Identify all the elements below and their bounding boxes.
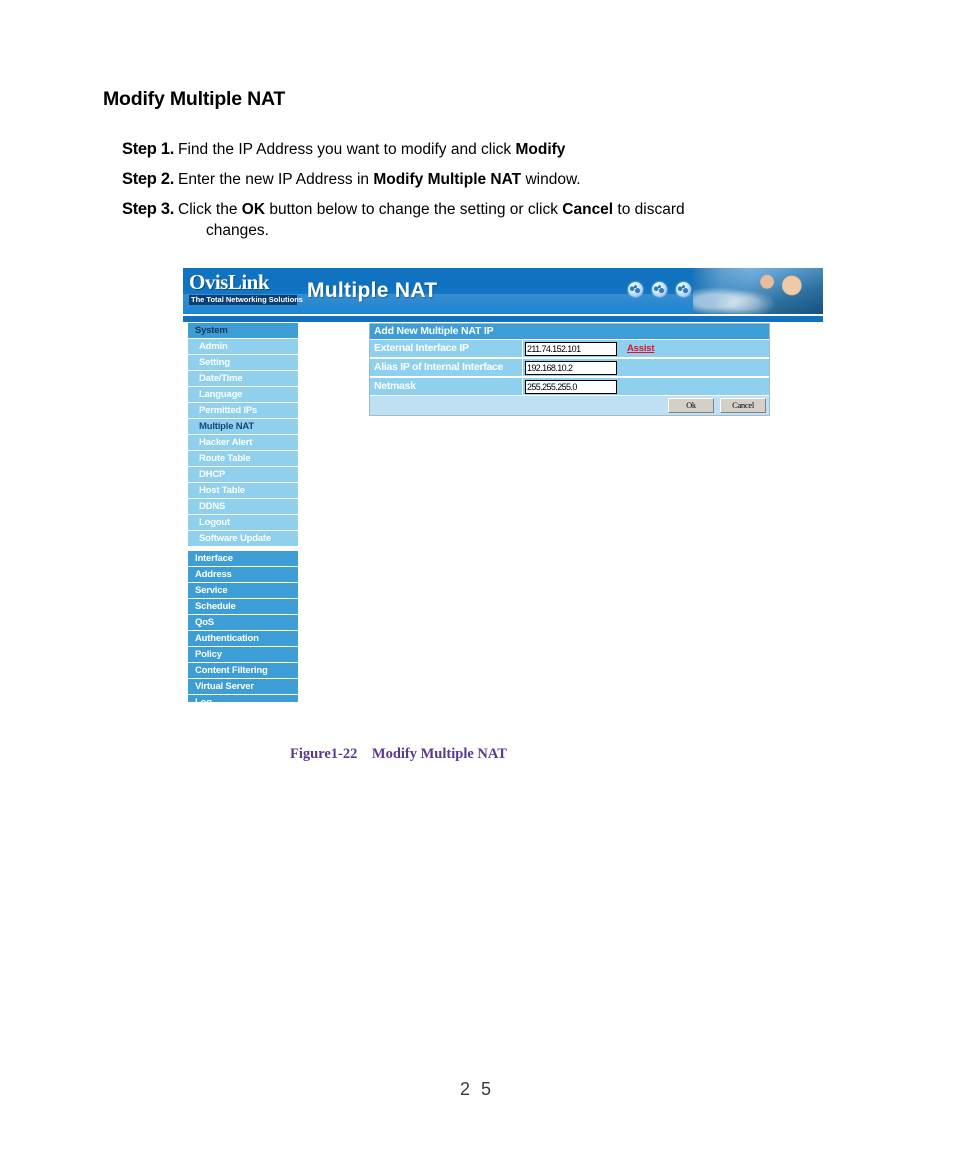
sidebar-item-authentication[interactable]: Authentication	[188, 631, 298, 647]
sidebar-section-system[interactable]: System	[188, 323, 298, 339]
sidebar-item-route-table[interactable]: Route Table	[188, 451, 298, 467]
add-nat-panel: Add New Multiple NAT IP External Interfa…	[369, 323, 770, 416]
step-label: Step 1.	[122, 140, 175, 158]
form-row: Netmask 255.255.255.0	[370, 377, 769, 396]
sidebar-item-virtual-server[interactable]: Virtual Server	[188, 679, 298, 695]
step-item: Step 1. Find the IP Address you want to m…	[122, 139, 862, 160]
assist-link[interactable]: Assist	[627, 343, 655, 354]
sidebar-item-language[interactable]: Language	[188, 387, 298, 403]
sidebar-item-admin[interactable]: Admin	[188, 339, 298, 355]
banner-title: Multiple NAT	[307, 279, 438, 302]
ok-button[interactable]: Ok	[668, 398, 714, 413]
step-item: Step 2. Enter the new IP Address in Modif…	[122, 169, 862, 190]
router-body: System Admin Setting Date/Time Language Permi…	[183, 323, 823, 736]
sidebar-item-setting[interactable]: Setting	[188, 355, 298, 371]
banner-photo	[693, 268, 823, 314]
steps-list: Step 1. Find the IP Address you want to m…	[122, 139, 862, 250]
sidebar-item-interface[interactable]: Interface	[188, 551, 298, 567]
sidebar-item-schedule[interactable]: Schedule	[188, 599, 298, 615]
router-ui-screenshot: OvisLink The Total Networking Solutions …	[183, 268, 823, 736]
sidebar-item-qos[interactable]: QoS	[188, 615, 298, 631]
sidebar-item-host-table[interactable]: Host Table	[188, 483, 298, 499]
banner-divider	[183, 314, 823, 323]
field-label: External Interface IP	[370, 340, 523, 357]
panel-rows: External Interface IP 211.74.152.101 Assis…	[370, 339, 769, 396]
sidebar-item-multiple-nat[interactable]: Multiple NAT	[188, 419, 298, 435]
external-interface-ip-input[interactable]: 211.74.152.101	[525, 341, 617, 356]
field-label: Netmask	[370, 378, 523, 395]
step-label: Step 2.	[122, 170, 175, 188]
sidebar-item-dhcp[interactable]: DHCP	[188, 467, 298, 483]
globe-icon[interactable]	[628, 282, 643, 297]
step-text: Find the IP Address you want to modify a…	[178, 141, 566, 158]
sidebar-item-date-time[interactable]: Date/Time	[188, 371, 298, 387]
page-title: Modify Multiple NAT	[103, 88, 286, 110]
globe-icon[interactable]	[652, 282, 667, 297]
netmask-input[interactable]: 255.255.255.0	[525, 379, 617, 394]
form-row: Alias IP of Internal Interface 192.168.10…	[370, 358, 769, 377]
field-wrapper: 255.255.255.0	[523, 379, 769, 394]
sidebar-item-log[interactable]: Log	[188, 695, 298, 702]
field-label: Alias IP of Internal Interface	[370, 359, 523, 376]
cancel-button[interactable]: Cancel	[720, 398, 766, 413]
router-banner: OvisLink The Total Networking Solutions …	[183, 268, 823, 314]
sidebar-item-content-filtering[interactable]: Content Filtering	[188, 663, 298, 679]
globe-icon-group	[628, 282, 691, 297]
step-continuation: changes.	[206, 222, 269, 239]
sidebar-item-service[interactable]: Service	[188, 583, 298, 599]
field-wrapper: 192.168.10.2	[523, 360, 769, 375]
sidebar-item-permitted-ips[interactable]: Permitted IPs	[188, 403, 298, 419]
sidebar-item-ddns[interactable]: DDNS	[188, 499, 298, 515]
field-wrapper: 211.74.152.101 Assist	[523, 341, 769, 356]
form-row: External Interface IP 211.74.152.101 Assis…	[370, 339, 769, 358]
step-text: Enter the new IP Address in Modify Multi…	[178, 171, 581, 188]
logo-tagline: The Total Networking Solutions	[189, 295, 303, 305]
step-item: Step 3. Click the OK button below to chan…	[122, 199, 862, 241]
sidebar-item-clip: Log	[188, 695, 298, 702]
page-number: 2 5	[459, 1079, 495, 1099]
panel-footer: Ok Cancel	[370, 396, 769, 415]
step-label: Step 3.	[122, 200, 175, 218]
ovislink-logo: OvisLink The Total Networking Solutions	[189, 270, 303, 305]
sidebar-item-policy[interactable]: Policy	[188, 647, 298, 663]
globe-icon[interactable]	[676, 282, 691, 297]
logo-wordmark: OvisLink	[189, 270, 270, 294]
alias-ip-of-internal-interface-input[interactable]: 192.168.10.2	[525, 360, 617, 375]
figure-caption: Figure1-22 Modify Multiple NAT	[290, 746, 507, 762]
sidebar-item-hacker-alert[interactable]: Hacker Alert	[188, 435, 298, 451]
step-text: Click the OK button below to change the …	[178, 201, 685, 218]
sidebar-nav: System Admin Setting Date/Time Language Permi…	[188, 323, 298, 702]
sidebar-item-software-update[interactable]: Software Update	[188, 531, 298, 547]
sidebar-item-address[interactable]: Address	[188, 567, 298, 583]
sidebar-item-logout[interactable]: Logout	[188, 515, 298, 531]
panel-heading: Add New Multiple NAT IP	[370, 324, 769, 339]
